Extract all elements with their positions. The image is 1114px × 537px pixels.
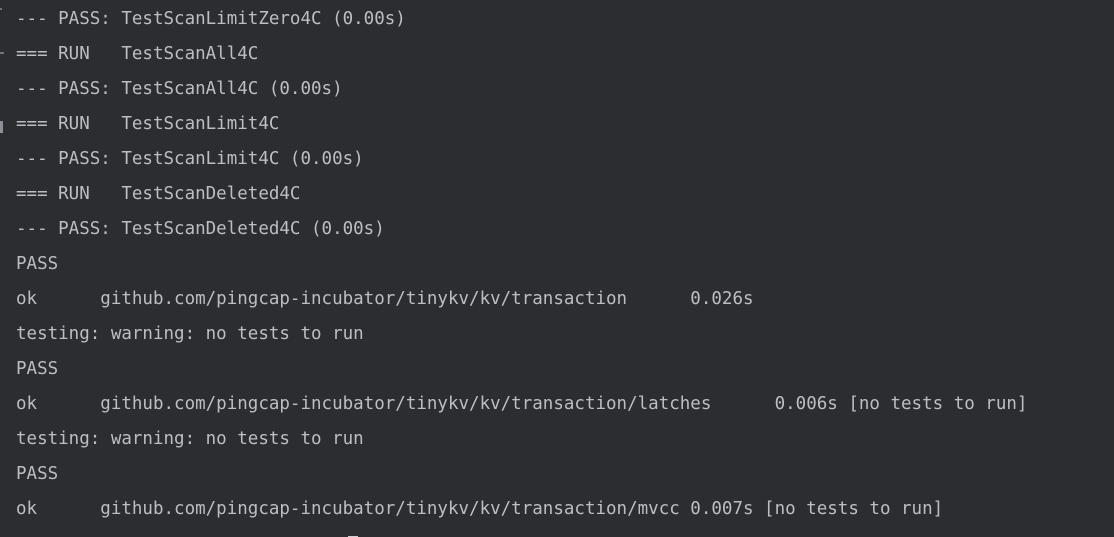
gutter-marker [0,8,2,10]
gutter-scroll-marker [0,121,3,133]
output-line: ok github.com/pingcap-incubator/tinykv/k… [16,499,944,519]
output-line: --- PASS: TestScanLimit4C (0.00s) [16,149,364,169]
output-line: === RUN TestScanLimit4C [16,114,280,134]
prompt-line[interactable] [16,528,358,537]
output-line: PASS [16,464,59,484]
output-line: === RUN TestScanDeleted4C [16,184,301,204]
output-line: ok github.com/pingcap-incubator/tinykv/k… [16,394,1028,414]
output-line: ok github.com/pingcap-incubator/tinykv/k… [16,289,754,309]
output-line: PASS [16,254,59,274]
output-line: --- PASS: TestScanLimitZero4C (0.00s) [16,9,406,29]
terminal-panel[interactable]: --- PASS: TestScanLimitZero4C (0.00s) ==… [0,0,1114,537]
output-line: PASS [16,359,59,379]
terminal-gutter [0,0,6,537]
gutter-marker [0,52,4,54]
output-line: === RUN TestScanAll4C [16,44,259,64]
output-line: testing: warning: no tests to run [16,324,364,344]
output-line: --- PASS: TestScanDeleted4C (0.00s) [16,219,385,239]
output-line: testing: warning: no tests to run [16,429,364,449]
terminal-output[interactable]: --- PASS: TestScanLimitZero4C (0.00s) ==… [16,0,1114,537]
output-line: --- PASS: TestScanAll4C (0.00s) [16,79,343,99]
